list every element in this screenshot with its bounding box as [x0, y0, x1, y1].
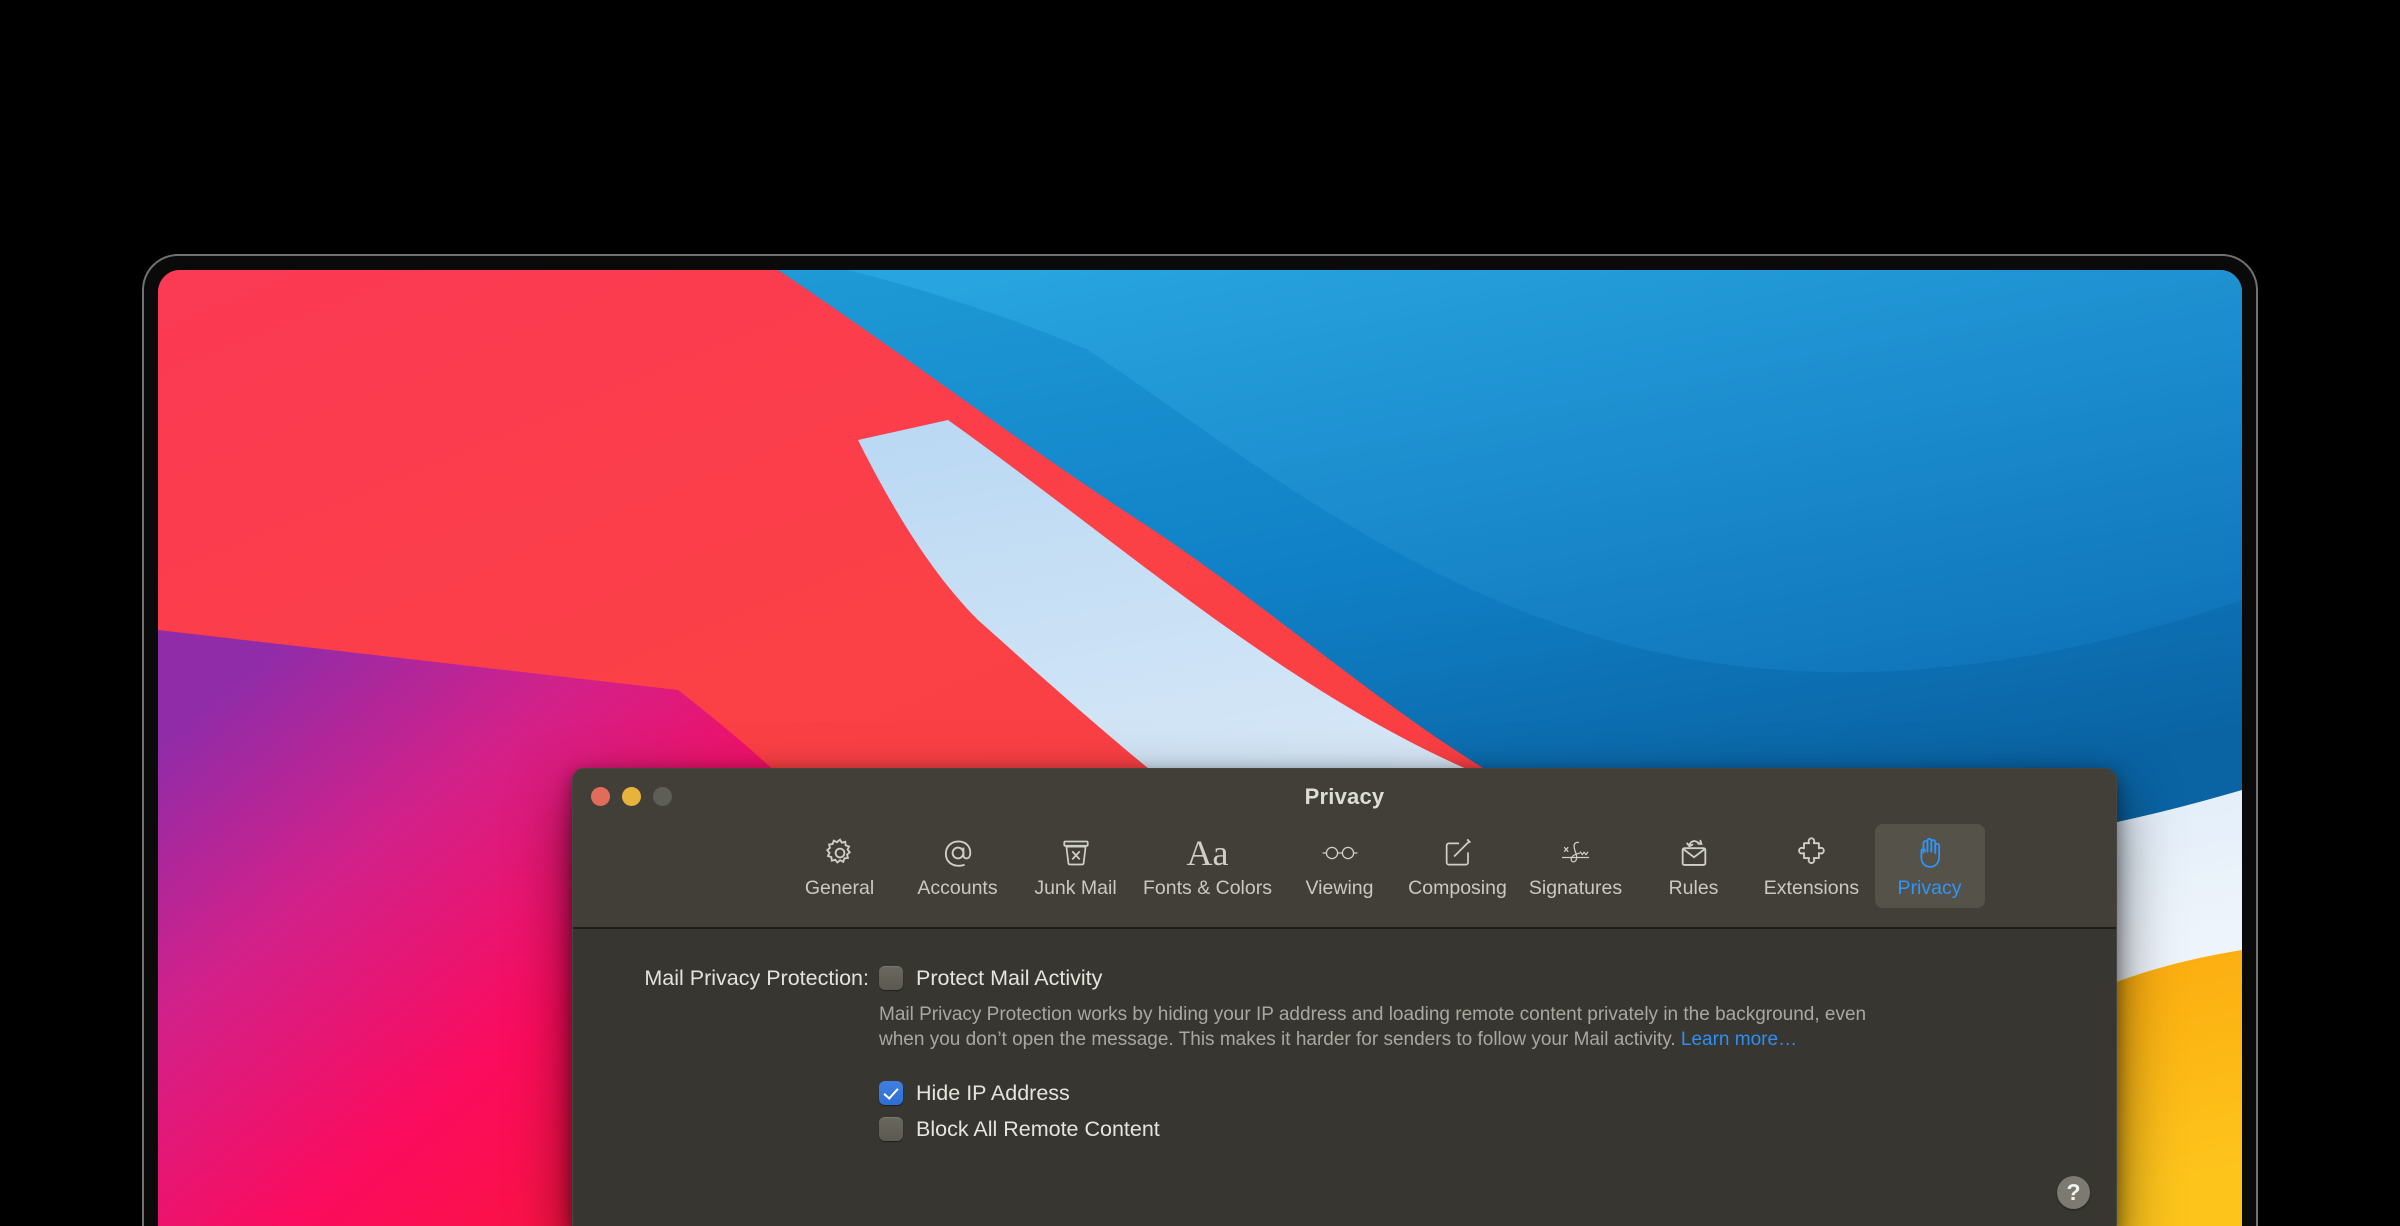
window-titlebar: Privacy: [573, 769, 2116, 824]
glasses-icon: [1320, 830, 1360, 876]
protect-mail-activity-checkbox[interactable]: [879, 966, 903, 990]
block-all-remote-content-checkbox[interactable]: [879, 1117, 903, 1141]
tab-general[interactable]: General: [785, 824, 895, 908]
hide-ip-address-label: Hide IP Address: [916, 1080, 1070, 1105]
tab-extensions-label: Extensions: [1763, 877, 1860, 899]
tab-extensions[interactable]: Extensions: [1757, 824, 1867, 908]
protect-mail-activity-label: Protect Mail Activity: [916, 965, 1103, 990]
help-button[interactable]: ?: [2057, 1176, 2090, 1209]
learn-more-link[interactable]: Learn more…: [1681, 1029, 1797, 1050]
privacy-sub-options: Hide IP Address Block All Remote Content: [879, 1075, 2116, 1147]
tab-accounts[interactable]: Accounts: [903, 824, 1013, 908]
tab-signatures-label: Signatures: [1528, 877, 1623, 899]
tab-junk-mail-label: Junk Mail: [1034, 877, 1117, 899]
tab-viewing-label: Viewing: [1305, 877, 1374, 899]
tab-accounts-label: Accounts: [917, 877, 998, 899]
privacy-settings-pane: Mail Privacy Protection: Protect Mail Ac…: [573, 929, 2116, 1226]
window-title: Privacy: [1304, 784, 1385, 809]
tab-viewing[interactable]: Viewing: [1285, 824, 1395, 908]
mail-privacy-protection-description: Mail Privacy Protection works by hiding …: [879, 1002, 1879, 1052]
compose-pencil-icon: [1442, 830, 1474, 876]
puzzle-piece-icon: [1794, 830, 1830, 876]
block-all-remote-content-label: Block All Remote Content: [916, 1116, 1160, 1141]
rules-envelope-icon: [1677, 830, 1711, 876]
tab-junk-mail[interactable]: Junk Mail: [1021, 824, 1131, 908]
font-aa-icon: Aa: [1186, 833, 1229, 873]
junk-bin-icon: [1060, 830, 1092, 876]
hide-ip-address-checkbox[interactable]: [879, 1081, 903, 1105]
laptop-device-frame: Privacy General Accounts Junk Mail Aa Fo…: [144, 256, 2256, 1226]
signature-icon: [1556, 830, 1596, 876]
mail-privacy-protection-row: Mail Privacy Protection: Protect Mail Ac…: [573, 963, 2116, 1147]
tab-rules[interactable]: Rules: [1639, 824, 1749, 908]
preferences-toolbar: General Accounts Junk Mail Aa Fonts & Co…: [573, 824, 2116, 929]
tab-privacy-label: Privacy: [1897, 877, 1962, 899]
tab-privacy[interactable]: Privacy: [1874, 824, 1985, 908]
tab-rules-label: Rules: [1668, 877, 1719, 899]
protect-mail-activity-row[interactable]: Protect Mail Activity: [879, 963, 2116, 993]
tab-signatures[interactable]: Signatures: [1521, 824, 1631, 908]
hide-ip-address-row[interactable]: Hide IP Address: [879, 1075, 2116, 1111]
mail-privacy-protection-controls: Protect Mail Activity Mail Privacy Prote…: [879, 963, 2116, 1147]
tab-composing-label: Composing: [1408, 877, 1507, 899]
at-sign-icon: [940, 830, 976, 876]
mail-preferences-window: Privacy General Accounts Junk Mail Aa Fo…: [572, 768, 2117, 1226]
gear-icon: [823, 830, 857, 876]
mail-privacy-protection-label: Mail Privacy Protection:: [644, 966, 869, 990]
tab-composing[interactable]: Composing: [1403, 824, 1513, 908]
tab-fonts-colors-label: Fonts & Colors: [1143, 877, 1272, 899]
tab-fonts-colors[interactable]: Aa Fonts & Colors: [1139, 824, 1277, 908]
tab-general-label: General: [804, 877, 875, 899]
block-all-remote-content-row[interactable]: Block All Remote Content: [879, 1111, 2116, 1147]
raised-hand-icon: [1914, 830, 1946, 876]
